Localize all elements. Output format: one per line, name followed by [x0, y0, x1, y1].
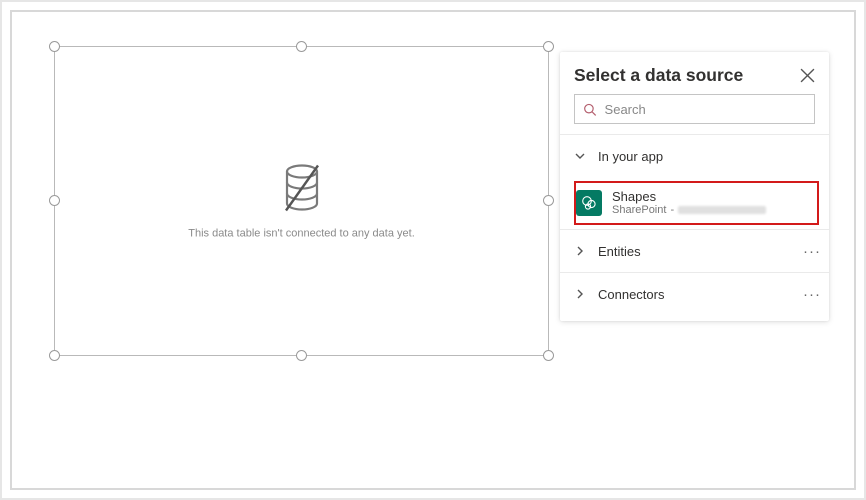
resize-handle-top-right[interactable]	[543, 41, 554, 52]
search-icon	[583, 102, 597, 117]
close-panel-button[interactable]	[800, 68, 815, 83]
section-label: In your app	[598, 149, 829, 164]
section-label: Connectors	[598, 287, 795, 302]
resize-handle-top-center[interactable]	[296, 41, 307, 52]
search-box[interactable]	[574, 94, 815, 124]
sharepoint-icon	[576, 190, 602, 216]
panel-title: Select a data source	[574, 65, 743, 86]
section-entities[interactable]: Entities ···	[560, 230, 829, 272]
data-source-item-shapes[interactable]: Shapes SharePoint -	[574, 181, 819, 225]
datatable-empty-text: This data table isn't connected to any d…	[55, 228, 548, 240]
chevron-right-icon	[574, 288, 598, 300]
resize-handle-bottom-left[interactable]	[49, 350, 60, 361]
section-in-your-app[interactable]: In your app	[560, 135, 829, 177]
chevron-right-icon	[574, 245, 598, 257]
section-label: Entities	[598, 244, 795, 259]
resize-handle-top-left[interactable]	[49, 41, 60, 52]
data-source-item-title: Shapes	[612, 190, 766, 204]
app-inner-frame: This data table isn't connected to any d…	[10, 10, 856, 490]
more-button[interactable]: ···	[795, 243, 829, 260]
datatable-empty-placeholder: This data table isn't connected to any d…	[55, 163, 548, 240]
chevron-down-icon	[574, 150, 598, 162]
database-strike-icon	[55, 163, 548, 220]
section-connectors[interactable]: Connectors ···	[560, 273, 829, 315]
search-input[interactable]	[605, 102, 806, 117]
close-icon	[800, 68, 815, 83]
datatable-control-selected[interactable]: This data table isn't connected to any d…	[54, 46, 549, 356]
more-button[interactable]: ···	[795, 286, 829, 303]
resize-handle-bottom-center[interactable]	[296, 350, 307, 361]
resize-handle-bottom-right[interactable]	[543, 350, 554, 361]
data-source-item-provider: SharePoint	[612, 204, 666, 216]
app-outer-frame: This data table isn't connected to any d…	[0, 0, 866, 500]
data-source-panel: Select a data source	[560, 52, 829, 321]
data-source-item-account-redacted	[678, 206, 766, 214]
